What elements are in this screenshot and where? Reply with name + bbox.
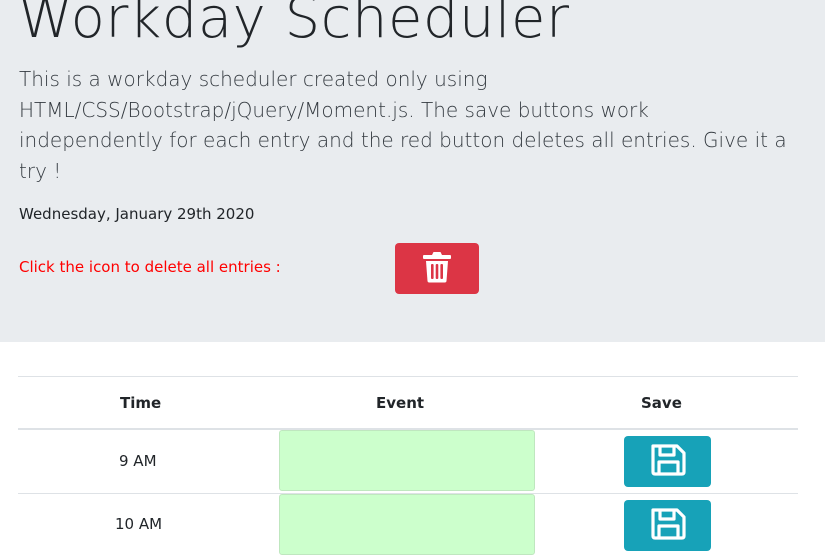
floppy-disk-icon bbox=[649, 443, 687, 480]
column-header-event: Event bbox=[376, 394, 425, 412]
save-button-10am[interactable] bbox=[624, 500, 711, 551]
column-header-time: Time bbox=[120, 394, 162, 412]
current-date: Wednesday, January 29th 2020 bbox=[19, 205, 255, 223]
time-slot-9am: 9 AM bbox=[119, 452, 157, 470]
header-jumbotron: Workday Scheduler This is a workday sche… bbox=[0, 0, 825, 342]
column-header-save: Save bbox=[641, 394, 682, 412]
page-description: This is a workday scheduler created only… bbox=[19, 67, 787, 183]
table-top-divider bbox=[18, 376, 798, 377]
delete-all-button[interactable] bbox=[395, 243, 479, 294]
trash-icon bbox=[422, 251, 452, 286]
page-title: Workday Scheduler bbox=[18, 0, 570, 51]
event-input-10am[interactable] bbox=[279, 494, 535, 555]
time-slot-10am: 10 AM bbox=[115, 515, 163, 533]
event-input-9am[interactable] bbox=[279, 430, 535, 491]
delete-all-prompt: Click the icon to delete all entries : bbox=[19, 258, 281, 276]
floppy-disk-icon bbox=[649, 507, 687, 544]
save-button-9am[interactable] bbox=[624, 436, 711, 487]
